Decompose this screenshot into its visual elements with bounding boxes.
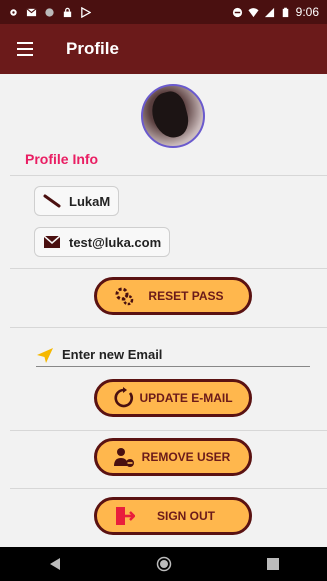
recents-icon[interactable] [258,549,288,579]
divider [10,268,327,269]
email-text: test@luka.com [69,234,162,250]
divider [10,327,327,328]
lock-icon [63,7,72,17]
page-title: Profile [66,39,119,58]
sign-out-icon [116,507,135,525]
settings-icon [10,8,17,16]
username-text: LukaM [69,193,111,209]
back-icon[interactable] [40,549,70,579]
divider [10,175,327,176]
play-store-icon [81,6,91,18]
refresh-icon [114,387,134,408]
do-not-disturb-icon [232,7,242,17]
email-chip: test@luka.com [34,227,171,257]
send-icon [37,347,53,363]
update-email-label: UPDATE E-MAIL [139,391,233,405]
home-icon[interactable] [149,549,179,579]
new-email-input[interactable] [62,347,282,362]
update-email-button[interactable]: UPDATE E-MAIL [94,379,252,417]
remove-user-icon [114,448,134,467]
avatar[interactable] [141,84,205,148]
app-toolbar: Profile [0,24,327,74]
reset-pass-label: RESET PASS [148,289,224,303]
system-nav-bar [0,547,327,581]
signal-icon [264,7,274,17]
gear-refresh-icon [115,287,134,306]
divider [10,430,327,431]
username-chip: LukaM [34,186,120,216]
remove-user-button[interactable]: REMOVE USER [94,438,252,476]
reset-pass-button[interactable]: RESET PASS [94,277,252,315]
dot-icon [45,7,54,17]
battery-icon [282,7,288,17]
mail-icon [43,235,61,248]
section-title-profile-info: Profile Info [25,151,99,167]
sign-out-label: SIGN OUT [156,509,215,523]
menu-icon[interactable] [14,38,40,60]
divider [10,488,327,489]
status-icons-left [8,6,91,18]
new-email-field[interactable] [36,343,310,367]
status-icons-right: 9:06 [232,5,319,19]
sign-out-button[interactable]: SIGN OUT [94,497,252,535]
status-time: 9:06 [295,5,319,19]
pen-icon [43,194,61,208]
remove-user-label: REMOVE USER [141,450,231,464]
wifi-icon [248,7,259,17]
status-bar: 9:06 [0,0,327,24]
gmail-icon [26,7,37,16]
